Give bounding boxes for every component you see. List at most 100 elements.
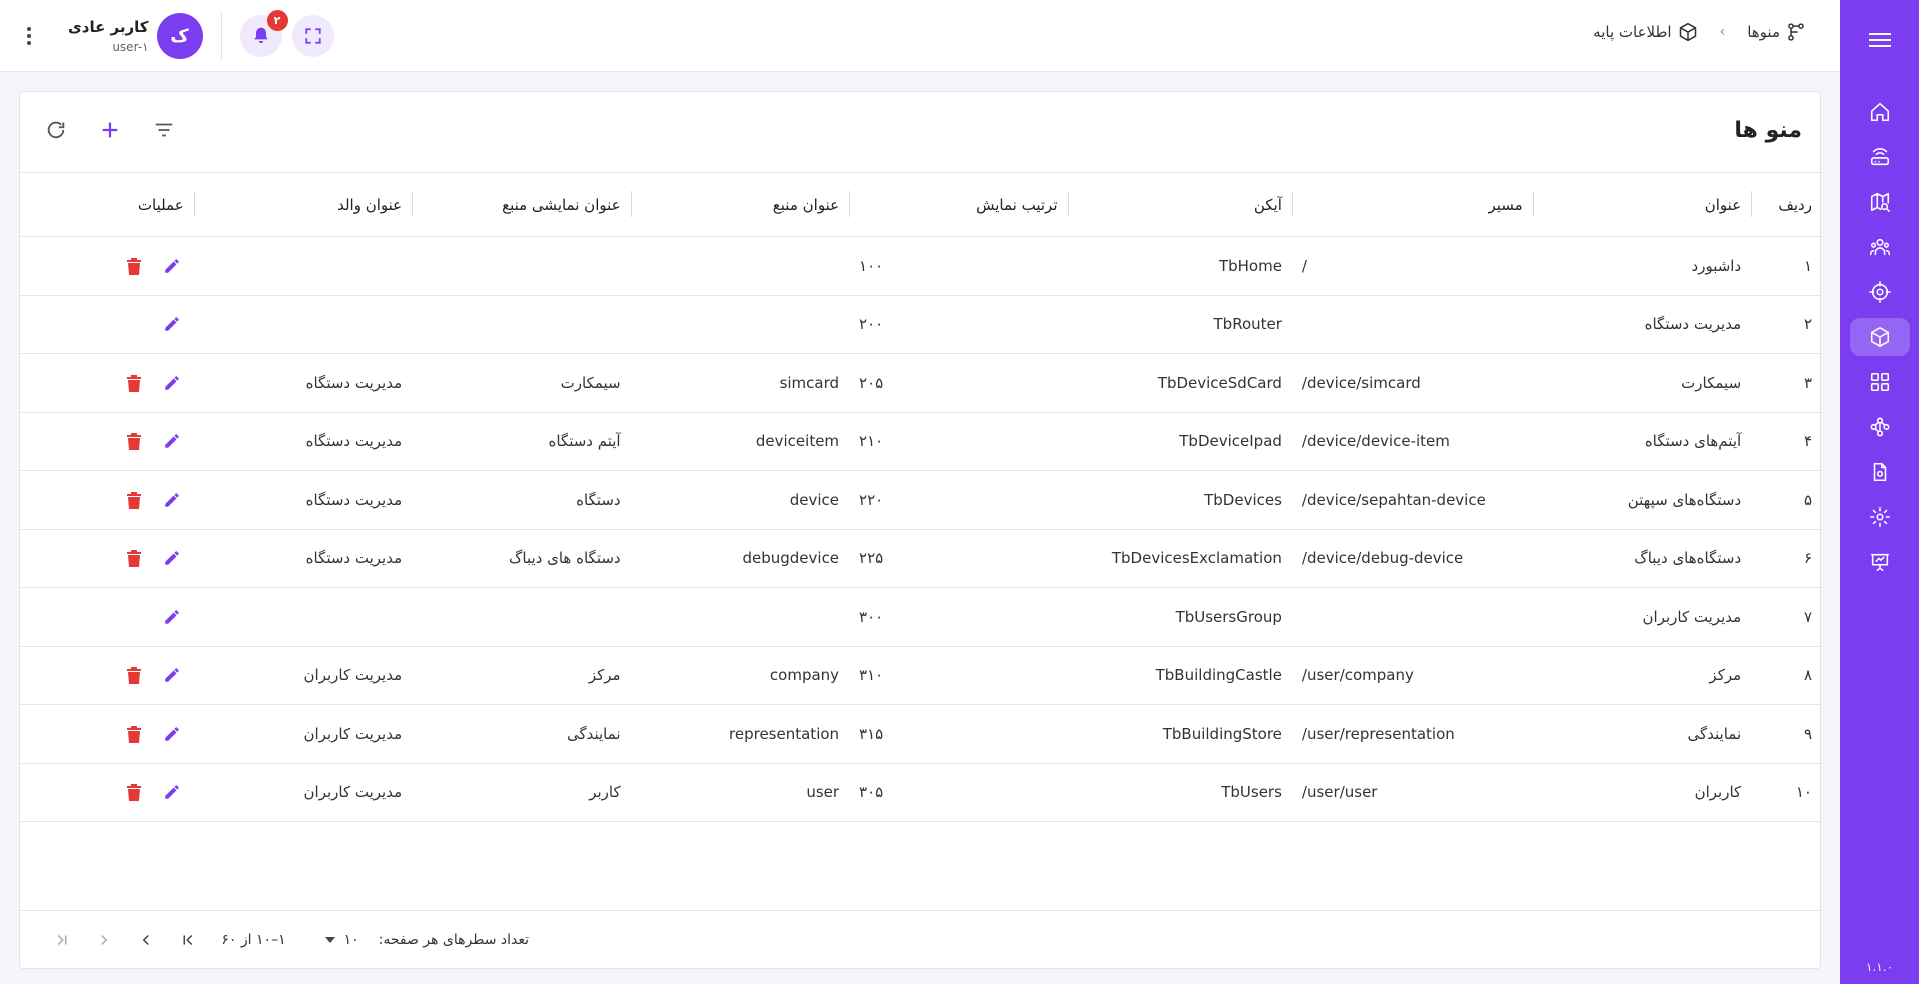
pencil-icon xyxy=(164,259,179,273)
edit-button[interactable] xyxy=(160,429,184,453)
cell-display-order: ۲۲۵ xyxy=(849,529,1068,588)
sidebar-item-grid[interactable] xyxy=(1850,363,1910,401)
cell-source-display-title: دستگاه xyxy=(412,470,631,530)
cell-icon-name: TbDevices xyxy=(1067,470,1292,530)
cell-parent-title: مدیریت کاربران xyxy=(193,646,413,705)
edit-button[interactable] xyxy=(160,605,184,629)
cell-path: /device/debug-device xyxy=(1291,529,1533,588)
delete-button[interactable] xyxy=(122,780,146,804)
cell-title: مدیریت دستگاه xyxy=(1532,295,1752,354)
delete-button[interactable] xyxy=(122,663,146,687)
add-button[interactable] xyxy=(92,112,128,148)
page-title: منو ها xyxy=(1734,118,1802,143)
users-group-icon xyxy=(1869,238,1890,256)
cell-operations xyxy=(20,470,194,530)
fullscreen-button[interactable] xyxy=(291,15,334,57)
sidebar-item-home[interactable] xyxy=(1850,93,1910,131)
edit-button[interactable] xyxy=(160,254,184,278)
filter-icon xyxy=(155,123,173,137)
next-page-button[interactable] xyxy=(89,925,119,955)
sidebar-item-crosshair[interactable] xyxy=(1850,273,1910,311)
delete-button[interactable] xyxy=(122,488,146,512)
edit-button[interactable] xyxy=(160,663,184,687)
cell-operations xyxy=(20,704,194,764)
last-page-button[interactable] xyxy=(47,925,77,955)
trash-icon xyxy=(126,667,141,685)
delete-button[interactable] xyxy=(122,546,146,570)
first-page-button[interactable] xyxy=(173,925,203,955)
cell-source-title: representation xyxy=(630,704,850,764)
trash-icon xyxy=(126,257,141,275)
sidebar-item-file-settings[interactable] xyxy=(1850,453,1910,491)
header-divider xyxy=(220,12,222,60)
delete-button[interactable] xyxy=(122,429,146,453)
delete-button[interactable] xyxy=(122,722,146,746)
refresh-button[interactable] xyxy=(38,112,74,148)
cell-icon-name: TbDeviceSdCard xyxy=(1067,353,1292,413)
cell-title: مدیریت کاربران xyxy=(1532,587,1752,647)
cell-operations xyxy=(20,353,194,413)
delete-button[interactable] xyxy=(122,254,146,278)
cube-icon xyxy=(1679,22,1696,42)
table-row: ۲ مدیریت دستگاه TbRouter ۲۰۰ xyxy=(20,295,1822,354)
cell-source-title: deviceitem xyxy=(630,412,850,471)
edit-button[interactable] xyxy=(160,780,184,804)
more-options-button[interactable] xyxy=(18,12,40,60)
sidebar-item-users-group[interactable] xyxy=(1850,228,1910,266)
user-name: کاربر عادی xyxy=(68,18,149,36)
menu-toggle-button[interactable] xyxy=(1840,0,1919,79)
plus-icon xyxy=(102,122,118,138)
edit-button[interactable] xyxy=(160,722,184,746)
sidebar-item-network[interactable] xyxy=(1850,408,1910,446)
sidebar-item-map-search[interactable] xyxy=(1850,183,1910,221)
cell-parent-title xyxy=(193,236,413,296)
cell-parent-title: مدیریت کاربران xyxy=(193,763,413,822)
first-page-icon xyxy=(183,934,193,945)
trash-icon xyxy=(126,491,141,509)
hamburger-icon xyxy=(1868,32,1891,47)
last-page-icon xyxy=(58,934,67,945)
cell-source-title: user xyxy=(630,763,850,822)
previous-page-button[interactable] xyxy=(131,925,161,955)
cell-row-number: ۱ xyxy=(1751,236,1822,296)
cell-title: دستگاه‌های سپهتن xyxy=(1532,470,1752,530)
cell-source-display-title: سیمکارت xyxy=(412,353,631,413)
edit-button[interactable] xyxy=(160,488,184,512)
sidebar-item-cube[interactable] xyxy=(1849,318,1910,356)
breadcrumb-item-base-info[interactable]: اطلاعات پایه xyxy=(1593,22,1697,42)
trash-icon xyxy=(126,784,141,802)
column-separator xyxy=(1532,191,1534,217)
row-actions xyxy=(30,546,184,570)
avatar[interactable]: ک xyxy=(156,13,203,59)
cell-display-order: ۲۱۰ xyxy=(849,412,1068,471)
cell-path: /device/device-item xyxy=(1291,412,1533,471)
cell-icon-name: TbBuildingCastle xyxy=(1067,646,1292,705)
kebab-icon xyxy=(27,27,31,45)
sidebar-item-router[interactable] xyxy=(1850,138,1910,176)
cell-display-order: ۳۰۵ xyxy=(849,763,1068,822)
cell-path: / xyxy=(1291,236,1533,296)
row-actions xyxy=(30,429,184,453)
sidebar-item-gear[interactable] xyxy=(1850,498,1910,536)
pencil-icon xyxy=(164,317,179,331)
cell-operations xyxy=(20,412,194,471)
edit-button[interactable] xyxy=(160,371,184,395)
cell-row-number: ۲ xyxy=(1751,295,1822,354)
cell-operations xyxy=(20,236,194,296)
caret-down-icon xyxy=(324,936,335,943)
table-row: ۵ دستگاه‌های سپهتن/device/sepahtan-device… xyxy=(20,470,1822,530)
cell-icon-name: TbUsers xyxy=(1067,763,1292,822)
cell-operations xyxy=(20,763,194,822)
delete-button[interactable] xyxy=(122,371,146,395)
trash-icon xyxy=(126,725,141,743)
edit-button[interactable] xyxy=(160,312,184,336)
edit-button[interactable] xyxy=(160,546,184,570)
network-icon xyxy=(1870,417,1889,437)
rows-per-page-select[interactable]: ۱۰ xyxy=(324,932,359,948)
filter-button[interactable] xyxy=(146,112,182,148)
breadcrumb-item-menus[interactable]: منوها xyxy=(1747,22,1806,42)
cell-source-title xyxy=(630,295,850,354)
notifications-button[interactable]: ۲ xyxy=(239,10,288,57)
row-actions xyxy=(30,254,184,278)
sidebar-item-presentation[interactable] xyxy=(1850,543,1910,581)
